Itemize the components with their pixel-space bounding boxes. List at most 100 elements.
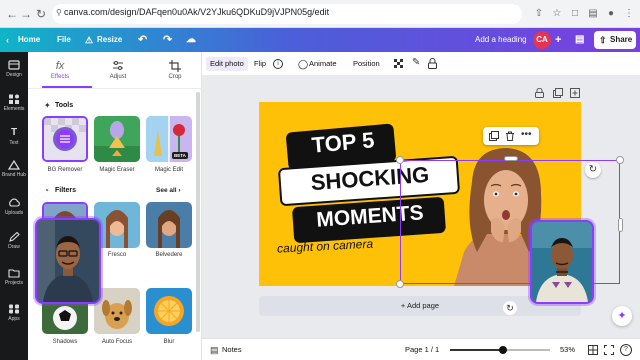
edit-photo-button[interactable]: Edit photo bbox=[206, 57, 248, 71]
filters-heading: Filters bbox=[55, 187, 77, 194]
rotate-icon[interactable]: ↻ bbox=[585, 162, 601, 178]
tab-label: Crop bbox=[168, 74, 182, 80]
browser-toolbar: ← → ↻ ⚲ canva.com/design/DAFqen0u0Ak/V2Y… bbox=[0, 0, 640, 28]
flip-button[interactable]: Flip bbox=[250, 57, 270, 71]
filter-label: Shadows bbox=[52, 339, 78, 345]
resize-handle-bl[interactable] bbox=[396, 280, 404, 288]
duplicate-page-icon[interactable] bbox=[553, 88, 563, 98]
sidebar-item-label: Draw bbox=[8, 244, 20, 250]
filter-preview-image bbox=[146, 202, 192, 248]
resize-handle-top[interactable] bbox=[504, 156, 518, 161]
tool-label: BG Remover bbox=[47, 167, 83, 173]
sliders-icon bbox=[113, 61, 123, 70]
duplicate-icon[interactable] bbox=[489, 131, 499, 141]
home-button[interactable]: Home bbox=[18, 28, 40, 52]
pages-grid-icon[interactable] bbox=[588, 345, 598, 355]
url-text: canva.com/design/DAFqen0u0Ak/V2YJku6QDKu… bbox=[64, 7, 330, 17]
sidebar-item-elements[interactable]: Elements bbox=[0, 92, 28, 122]
brand-hub-icon bbox=[8, 160, 20, 170]
forward-icon[interactable]: → bbox=[18, 6, 34, 22]
see-all-link[interactable]: See all › bbox=[156, 187, 181, 194]
panel-scrollbar[interactable] bbox=[196, 92, 200, 332]
redo-icon[interactable]: ↷ bbox=[163, 28, 172, 52]
menu-kebab-icon[interactable]: ⋮ bbox=[622, 7, 636, 21]
resize-handle-tl[interactable] bbox=[396, 156, 404, 164]
design-title[interactable]: Add a heading bbox=[475, 28, 527, 52]
sidebar-item-text[interactable]: T Text bbox=[0, 126, 28, 156]
magic-eraser-thumb[interactable] bbox=[94, 116, 140, 162]
help-icon[interactable]: ? bbox=[620, 344, 632, 356]
filter-label: Auto Focus bbox=[101, 339, 133, 345]
filters-icon: ◔ bbox=[44, 186, 49, 195]
file-menu[interactable]: File bbox=[57, 28, 71, 52]
add-page-icon[interactable] bbox=[570, 88, 580, 98]
sidebar-item-label: Design bbox=[6, 72, 22, 78]
add-collaborator-icon[interactable]: + bbox=[555, 28, 561, 52]
reload-icon[interactable]: ↻ bbox=[33, 6, 49, 22]
share-button[interactable]: ⇧ Share bbox=[594, 31, 636, 49]
refresh-icon[interactable]: ↻ bbox=[503, 301, 517, 315]
analytics-icon[interactable]: ▤ bbox=[575, 28, 584, 52]
lock-icon: ⚲ bbox=[56, 8, 62, 17]
tab-crop[interactable]: Crop bbox=[150, 60, 200, 80]
page-lock-icon[interactable] bbox=[535, 88, 544, 98]
bookmark-star-icon[interactable]: ☆ bbox=[550, 7, 564, 21]
sidebar-item-uploads[interactable]: Uploads bbox=[0, 196, 28, 226]
position-button[interactable]: Position bbox=[349, 57, 384, 71]
animate-label: Animate bbox=[309, 59, 337, 68]
sidebar-item-label: Text bbox=[9, 140, 19, 146]
bg-remover-thumb[interactable] bbox=[42, 116, 88, 162]
address-bar[interactable]: ⚲ canva.com/design/DAFqen0u0Ak/V2YJku6QD… bbox=[52, 4, 522, 24]
undo-icon[interactable]: ↶ bbox=[138, 28, 147, 52]
see-all-label: See all bbox=[156, 187, 177, 194]
profile-icon[interactable]: ● bbox=[604, 7, 618, 21]
animate-button[interactable]: ◯ Animate bbox=[296, 57, 341, 71]
webcam-overlay-left bbox=[35, 218, 101, 304]
transparency-icon[interactable] bbox=[394, 59, 404, 69]
filter-preview-image bbox=[146, 288, 192, 334]
presenter-video-right bbox=[532, 222, 592, 302]
format-painter-icon[interactable]: ✎ bbox=[412, 57, 420, 68]
sidebar-item-draw[interactable]: Draw bbox=[0, 230, 28, 260]
filter-label: Belvedere bbox=[155, 252, 183, 258]
crop-icon bbox=[169, 60, 181, 72]
extensions-icon[interactable]: □ bbox=[568, 7, 582, 21]
magic-edit-thumb[interactable]: BETA bbox=[146, 116, 192, 162]
info-icon[interactable]: i bbox=[273, 59, 283, 69]
resize-handle-right[interactable] bbox=[618, 218, 623, 232]
sidebar-item-design[interactable]: Design bbox=[0, 58, 28, 88]
tools-heading: Tools bbox=[55, 102, 74, 109]
tab-effects[interactable]: fx Effects bbox=[35, 60, 85, 80]
resize-button[interactable]: Resize bbox=[97, 28, 122, 52]
sidebar-item-apps[interactable]: Apps bbox=[0, 302, 28, 332]
notes-button[interactable]: Notes bbox=[222, 345, 242, 354]
zoom-percent[interactable]: 53% bbox=[560, 345, 575, 354]
zoom-slider-fill bbox=[450, 349, 503, 351]
element-floating-toolbar: ••• bbox=[483, 127, 539, 145]
tab-adjust[interactable]: Adjust bbox=[93, 60, 143, 80]
more-options-icon[interactable]: ••• bbox=[521, 129, 532, 141]
filter-thumb-blur[interactable] bbox=[146, 288, 192, 334]
zoom-slider-thumb[interactable] bbox=[499, 346, 507, 354]
trash-icon[interactable] bbox=[505, 131, 515, 141]
chevron-left-icon[interactable]: ‹ bbox=[6, 28, 9, 52]
resize-handle-tr[interactable] bbox=[616, 156, 624, 164]
lock-icon[interactable] bbox=[428, 58, 437, 69]
effects-panel: fx Effects Adjust Crop ✦ Tools BG Remove… bbox=[28, 52, 202, 360]
context-toolbar: Edit photo Flip i ◯ Animate Position ✎ bbox=[202, 52, 640, 76]
filter-thumb-belvedere[interactable] bbox=[146, 202, 192, 248]
chevron-right-icon: › bbox=[178, 187, 181, 194]
sidebar-item-projects[interactable]: Projects bbox=[0, 266, 28, 296]
sidebar-icon[interactable]: ▤ bbox=[586, 7, 600, 21]
avatar[interactable]: CA bbox=[533, 31, 551, 49]
share-page-icon[interactable]: ⇧ bbox=[532, 7, 546, 21]
fullscreen-icon[interactable] bbox=[604, 345, 614, 355]
animate-icon: ◯ bbox=[298, 59, 309, 69]
sidebar-item-brand-hub[interactable]: Brand Hub bbox=[0, 158, 28, 188]
magic-assistant-icon[interactable]: ✦ bbox=[612, 306, 632, 326]
tool-label: Magic Eraser bbox=[99, 167, 135, 173]
pen-icon bbox=[9, 232, 20, 242]
cloud-sync-icon: ☁ bbox=[186, 34, 196, 45]
page-indicator[interactable]: Page 1 / 1 bbox=[405, 345, 439, 354]
divider bbox=[28, 88, 202, 89]
